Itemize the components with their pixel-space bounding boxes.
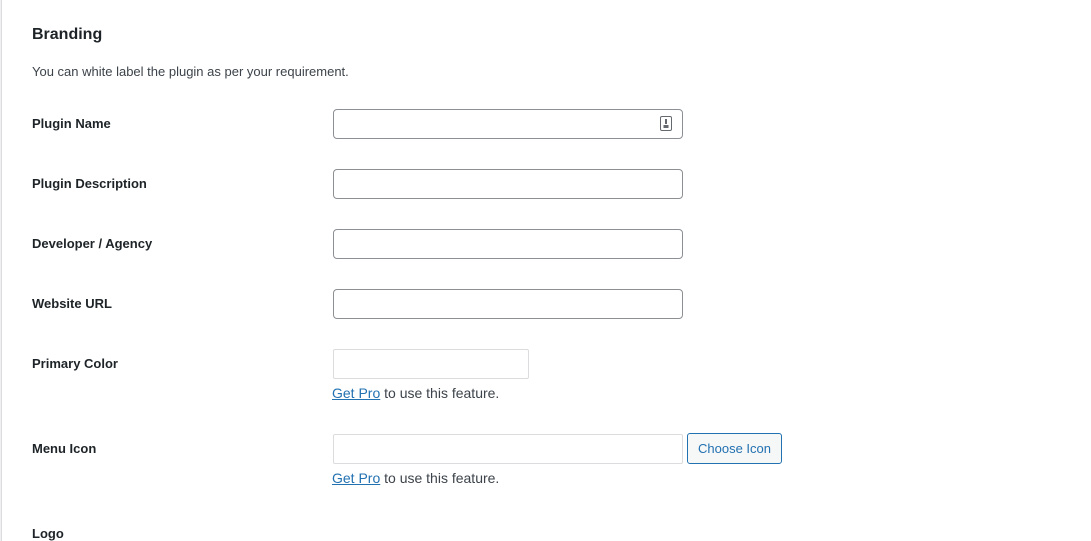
primary-color-input bbox=[333, 349, 529, 379]
menu-icon-input bbox=[333, 434, 683, 464]
plugin-description-label: Plugin Description bbox=[32, 176, 147, 191]
section-description: You can white label the plugin as per yo… bbox=[32, 64, 349, 79]
developer-agency-input[interactable] bbox=[333, 229, 683, 259]
password-manager-icon[interactable] bbox=[660, 116, 672, 131]
get-pro-link[interactable]: Get Pro bbox=[332, 470, 380, 486]
developer-agency-label: Developer / Agency bbox=[32, 236, 153, 251]
website-url-label: Website URL bbox=[32, 296, 112, 311]
branding-panel: Branding You can white label the plugin … bbox=[1, 0, 1091, 541]
pro-note-suffix: to use this feature. bbox=[380, 470, 500, 486]
logo-label: Logo bbox=[32, 526, 64, 541]
menu-icon-label: Menu Icon bbox=[32, 441, 97, 456]
plugin-name-label: Plugin Name bbox=[32, 116, 111, 131]
plugin-description-input[interactable] bbox=[333, 169, 683, 199]
pro-note-suffix: to use this feature. bbox=[380, 385, 500, 401]
primary-color-pro-note: Get Pro to use this feature. bbox=[332, 385, 499, 401]
website-url-input[interactable] bbox=[333, 289, 683, 319]
menu-icon-pro-note: Get Pro to use this feature. bbox=[332, 470, 499, 486]
choose-icon-button[interactable]: Choose Icon bbox=[687, 433, 782, 464]
primary-color-label: Primary Color bbox=[32, 356, 118, 371]
plugin-name-input[interactable] bbox=[333, 109, 683, 139]
section-title: Branding bbox=[32, 26, 103, 43]
get-pro-link[interactable]: Get Pro bbox=[332, 385, 380, 401]
